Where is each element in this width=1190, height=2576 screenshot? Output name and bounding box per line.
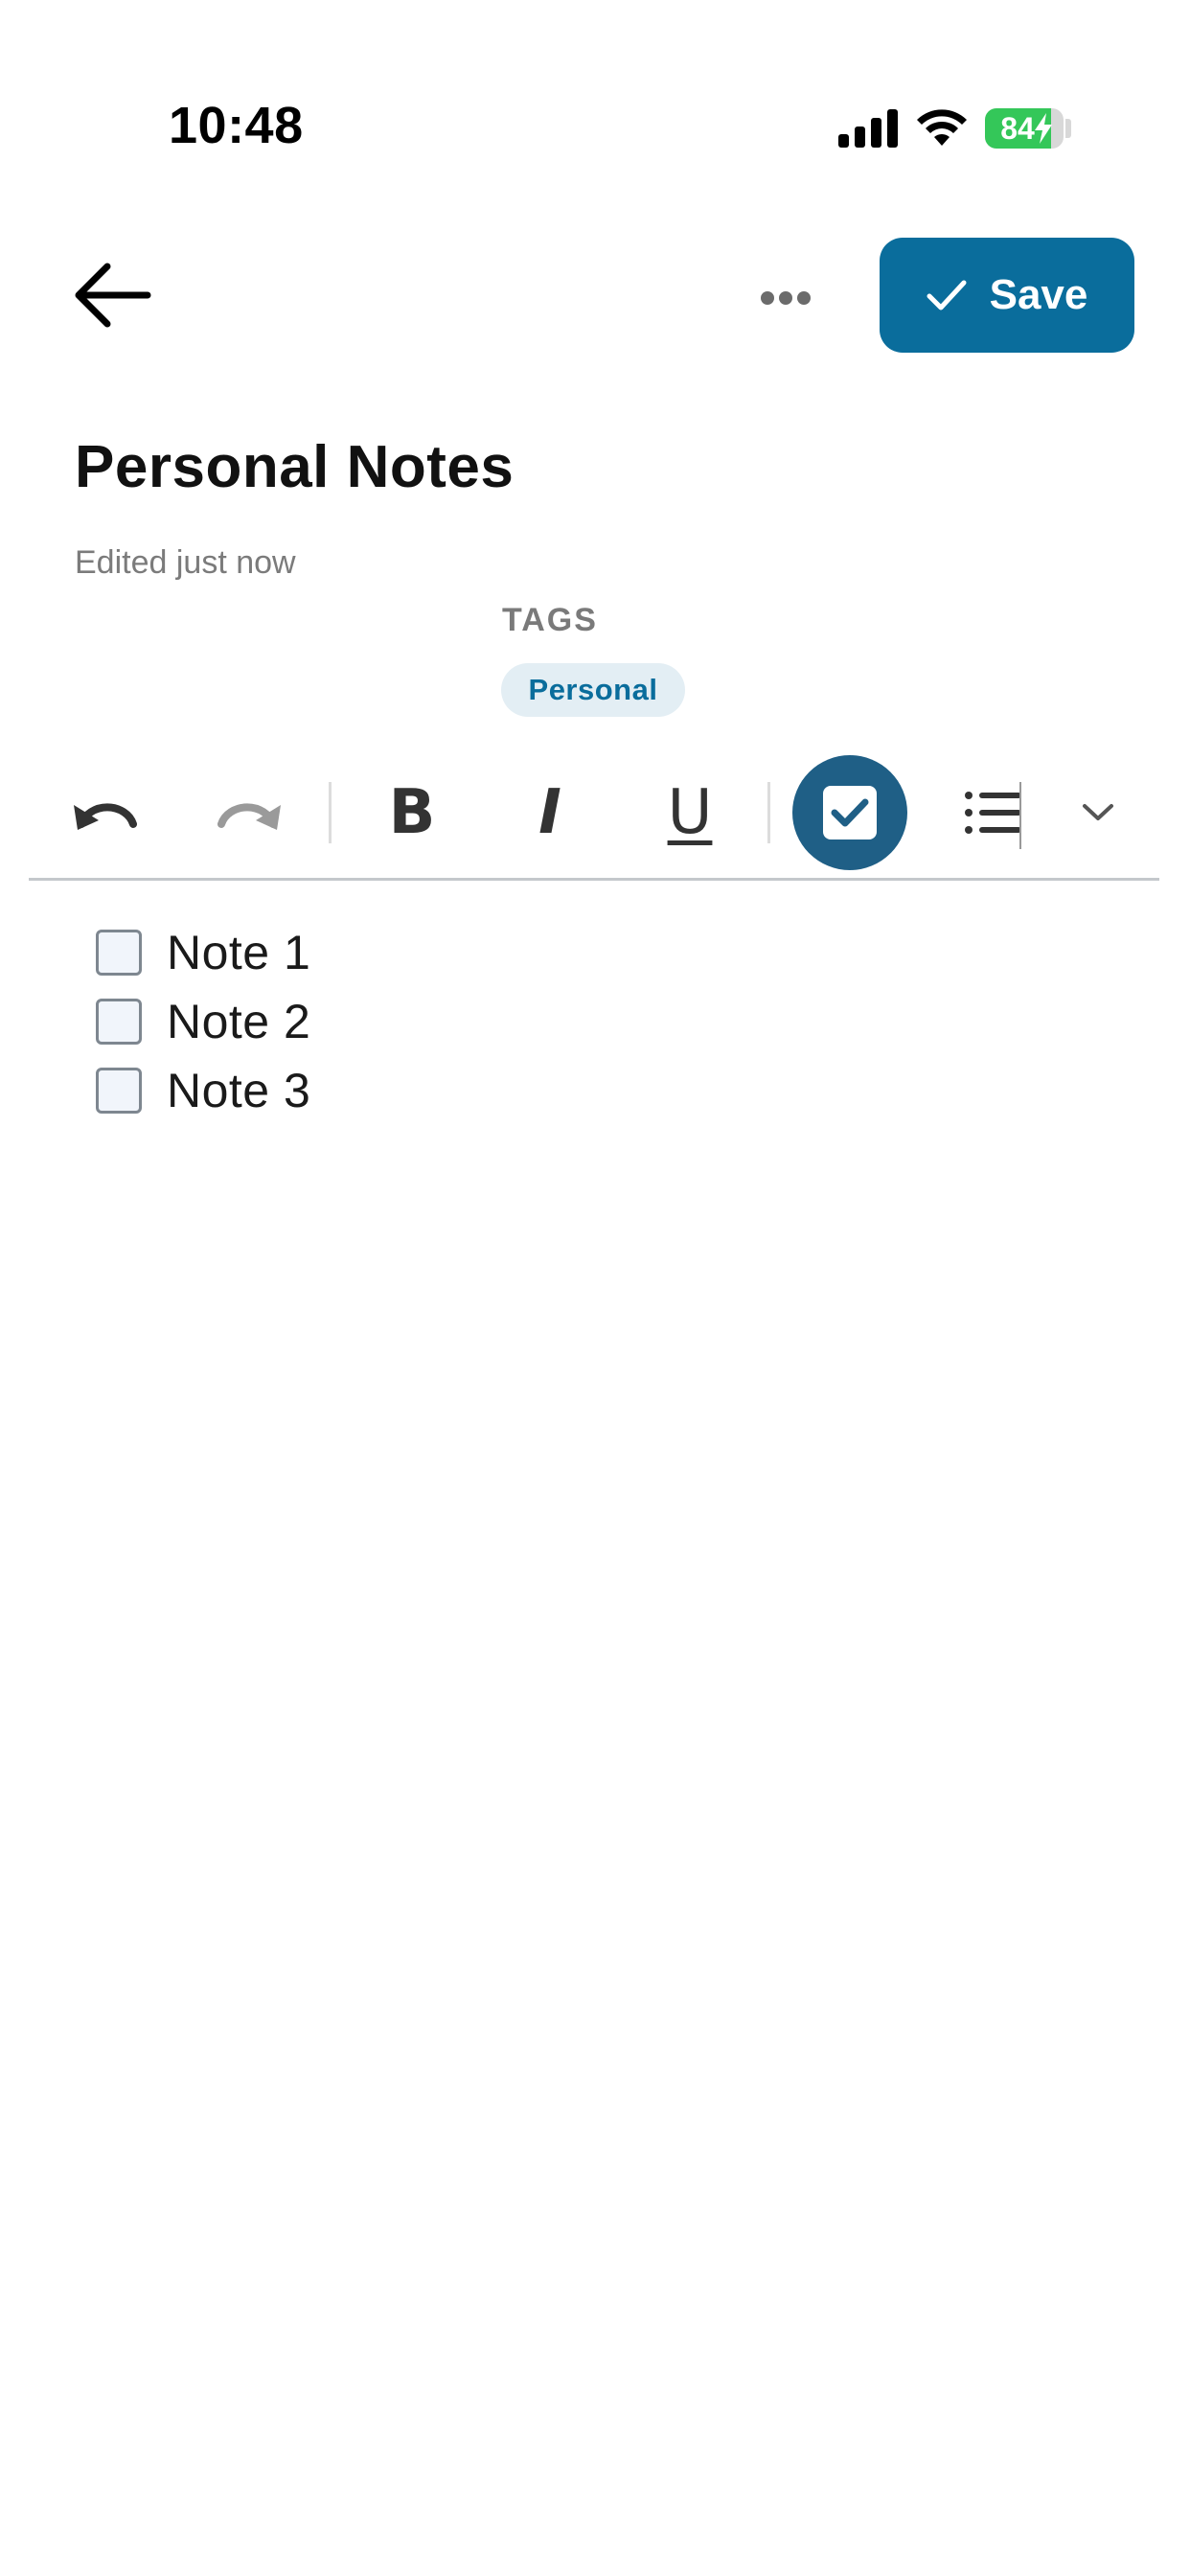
bold-label: B — [388, 777, 436, 848]
checklist-item: Note 3 — [96, 1056, 310, 1125]
checkbox[interactable] — [96, 999, 142, 1045]
redo-icon — [217, 803, 281, 830]
wifi-icon — [917, 109, 967, 146]
toolbar-divider — [329, 782, 332, 843]
checklist-item-label[interactable]: Note 2 — [167, 994, 310, 1049]
checkbox[interactable] — [96, 1068, 142, 1114]
toolbar-border — [29, 878, 1159, 881]
checklist: Note 1 Note 2 Note 3 — [96, 918, 310, 1125]
edited-status: Edited just now — [75, 544, 296, 581]
expand-toolbar-button[interactable] — [1060, 774, 1136, 851]
redo-button[interactable] — [207, 774, 287, 851]
note-editor-screen: 10:48 84 Save Personal Notes Edited just… — [0, 0, 1190, 2576]
charging-bolt-icon — [1035, 113, 1052, 144]
checklist-item-label[interactable]: Note 1 — [167, 925, 310, 980]
more-options-button[interactable] — [747, 268, 824, 326]
note-title[interactable]: Personal Notes — [75, 433, 514, 501]
checklist-item: Note 2 — [96, 987, 310, 1056]
formatting-toolbar: B I U — [29, 748, 1159, 878]
checklist-icon — [823, 786, 877, 840]
undo-button[interactable] — [67, 774, 148, 851]
checklist-item-label[interactable]: Note 3 — [167, 1063, 310, 1118]
undo-icon — [74, 803, 137, 830]
tag-chip-personal[interactable]: Personal — [501, 663, 685, 717]
save-label: Save — [989, 271, 1088, 318]
check-icon — [927, 280, 967, 310]
arrow-left-icon — [75, 263, 151, 328]
battery-cap — [1065, 119, 1071, 138]
checkbox[interactable] — [96, 930, 142, 976]
underline-button[interactable]: U — [652, 774, 728, 851]
italic-button[interactable]: I — [512, 774, 588, 851]
status-bar: 10:48 84 — [0, 0, 1190, 154]
more-horizontal-icon — [761, 291, 774, 305]
tags-heading: TAGS — [502, 602, 598, 638]
checklist-button[interactable] — [792, 755, 907, 870]
chevron-down-icon — [1083, 804, 1113, 820]
bold-button[interactable]: B — [374, 774, 450, 851]
italic-label: I — [538, 777, 561, 848]
back-button[interactable] — [67, 257, 155, 334]
cellular-signal-icon — [838, 109, 898, 148]
underline-label: U — [667, 777, 713, 848]
save-button[interactable]: Save — [880, 238, 1134, 353]
toolbar-divider — [1019, 782, 1021, 849]
toolbar-divider — [767, 782, 770, 843]
bullet-list-icon — [965, 792, 1021, 834]
status-time: 10:48 — [169, 97, 304, 154]
checklist-item: Note 1 — [96, 918, 310, 987]
